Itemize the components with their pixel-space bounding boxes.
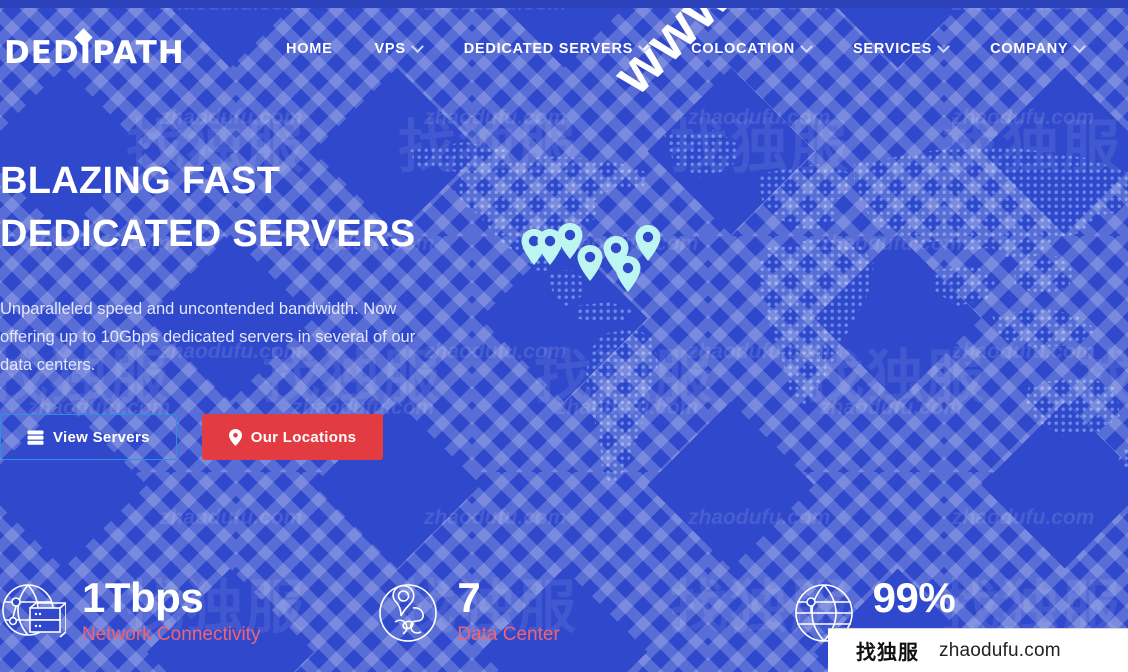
nav-item-label: SERVICES	[852, 41, 933, 57]
nav-item-vps[interactable]: VPS	[354, 39, 443, 57]
badge-cjk-text: 找独服	[856, 640, 919, 664]
site-header: DEDIPATH HOME VPS DEDICATED SERVERS COLO…	[0, 8, 1128, 96]
chevron-down-icon	[638, 39, 651, 53]
hero-paragraph: Unparalleled speed and uncontended bandw…	[0, 300, 416, 374]
logo-text: DEDIPATH	[4, 35, 185, 71]
headline-line-1: BLAZING FAST	[0, 160, 281, 202]
stat-label: Data Center	[457, 624, 560, 645]
globe-pin-icon	[375, 580, 441, 646]
stat-text: 1Tbps Network Connectivity	[82, 572, 260, 648]
stat-text: 7 Data Center	[457, 572, 559, 648]
hero-button-group: View Servers Our Locations	[0, 414, 520, 460]
stat-value: 7	[457, 574, 481, 621]
nav-item-label: VPS	[374, 41, 406, 57]
nav-item-services[interactable]: SERVICES	[832, 39, 969, 57]
our-locations-button[interactable]: Our Locations	[201, 414, 384, 460]
page-title: BLAZING FAST DEDICATED SERVERS	[0, 155, 520, 261]
logo[interactable]: DEDIPATH	[4, 28, 184, 76]
chevron-down-icon	[410, 39, 424, 53]
stat-network-connectivity: 1Tbps Network Connectivity	[0, 572, 337, 672]
nav-item-label: COMPANY	[990, 41, 1069, 57]
badge-url-text: zhaodufu.com	[939, 639, 1061, 661]
view-servers-button[interactable]: View Servers	[0, 414, 177, 460]
button-label: Our Locations	[250, 428, 357, 446]
chevron-down-icon	[800, 39, 813, 53]
top-accent-strip	[0, 0, 1128, 8]
nav-item-colocation[interactable]: COLOCATION	[670, 39, 832, 57]
chevron-down-icon	[1073, 39, 1087, 53]
nav-item-dedicated-servers[interactable]: DEDICATED SERVERS	[443, 39, 670, 57]
button-label: View Servers	[53, 428, 150, 446]
nav-item-label: COLOCATION	[691, 41, 795, 57]
stat-text: 99%	[873, 572, 956, 622]
main-nav: HOME VPS DEDICATED SERVERS COLOCATION SE…	[278, 39, 1105, 57]
overlay-site-badge: 找独服 zhaodufu.com	[828, 628, 1128, 672]
server-icon	[27, 430, 44, 445]
chevron-down-icon	[937, 39, 950, 53]
stat-value: 99%	[872, 574, 956, 621]
stat-label: Network Connectivity	[82, 624, 261, 645]
nav-item-label: HOME	[286, 41, 333, 57]
page-root: 找独服 找独服 找独服 找独服 找独服 找独服 找独服 找独服 找独服 找独服 …	[0, 0, 1128, 672]
nav-item-company[interactable]: COMPANY	[969, 39, 1105, 57]
headline-line-2: DEDICATED SERVERS	[0, 213, 416, 255]
nav-item-home[interactable]: HOME	[278, 41, 354, 57]
hero-section: BLAZING FAST DEDICATED SERVERS Unparalle…	[0, 155, 520, 460]
nav-item-label: DEDICATED SERVERS	[463, 41, 634, 57]
globe-server-icon	[0, 580, 66, 646]
stat-value: 1Tbps	[82, 574, 204, 621]
map-pin-icon	[228, 428, 242, 446]
stat-data-center: 7 Data Center	[337, 572, 712, 672]
